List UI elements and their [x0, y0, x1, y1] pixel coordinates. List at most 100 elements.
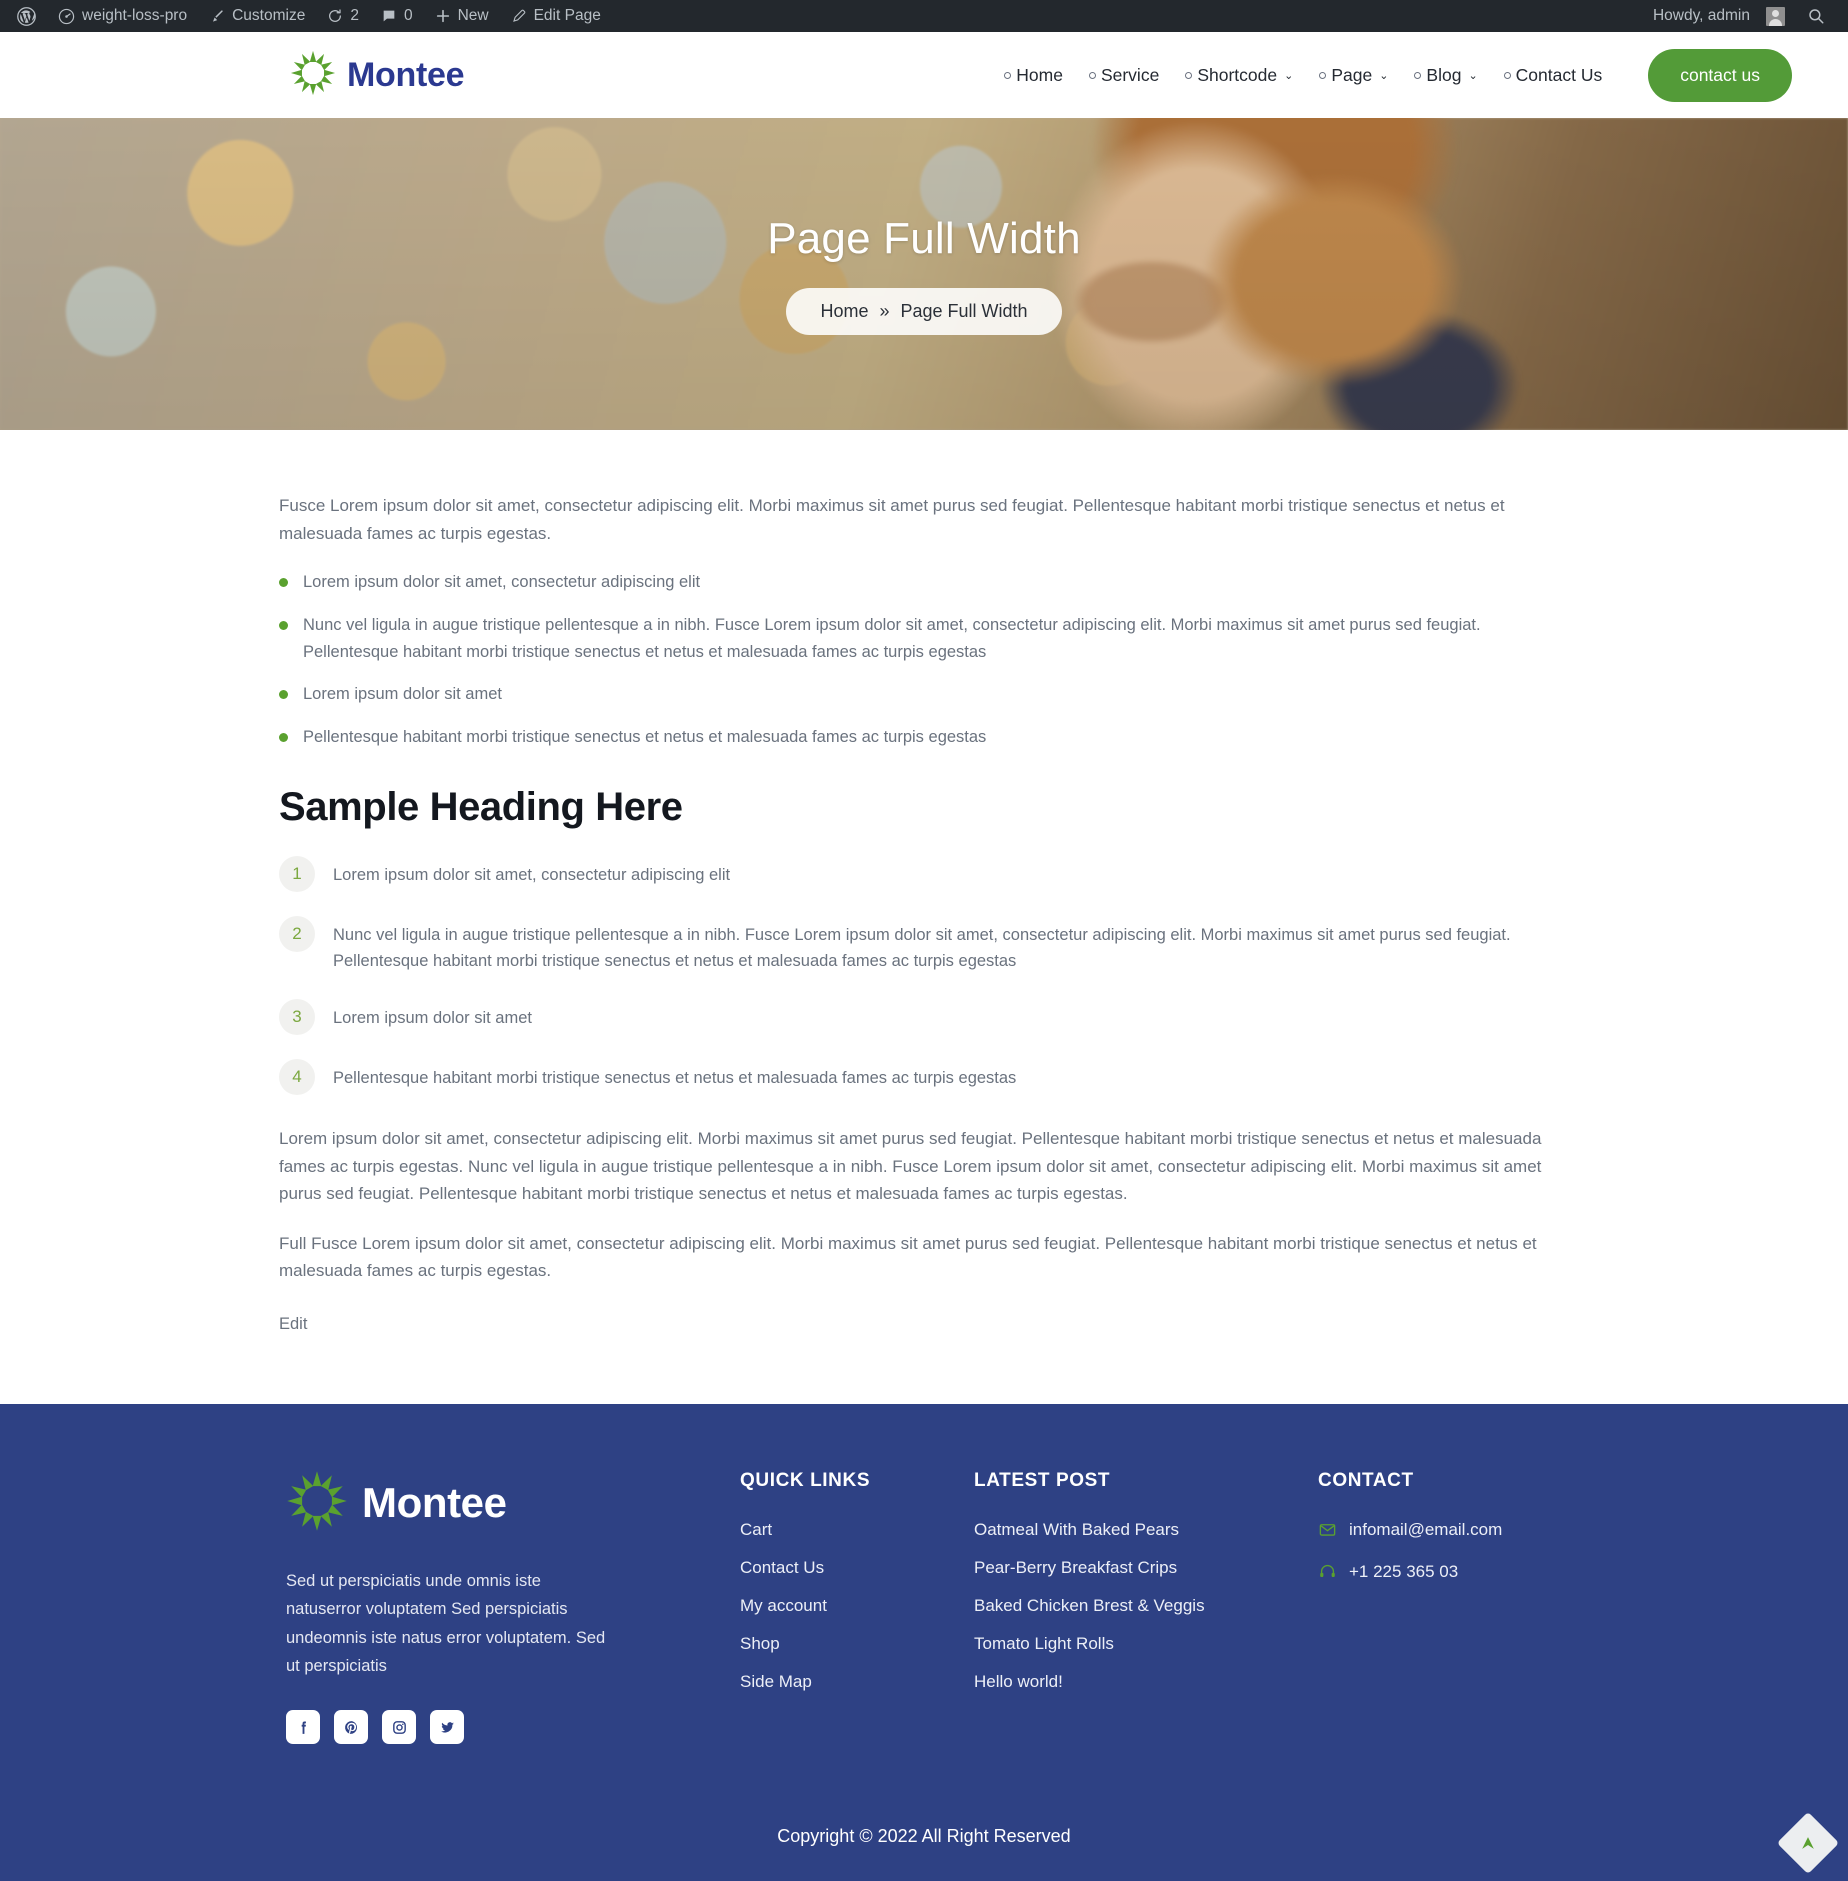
nav-dot-icon — [1503, 71, 1511, 79]
dashboard-icon — [58, 8, 75, 25]
admin-search-button[interactable] — [1796, 0, 1836, 32]
new-content-menu[interactable]: New — [424, 0, 500, 32]
post-link[interactable]: Baked Chicken Brest & Veggis — [974, 1596, 1294, 1616]
instagram-link[interactable] — [382, 1710, 416, 1745]
comments-menu[interactable]: 0 — [370, 0, 424, 32]
breadcrumb: Home » Page Full Width — [786, 287, 1062, 335]
quick-link-side-map[interactable]: Side Map — [740, 1672, 950, 1692]
site-name-menu[interactable]: weight-loss-pro — [47, 0, 198, 32]
comments-count: 0 — [403, 7, 413, 24]
contact-phone-row[interactable]: +1 225 365 03 — [1318, 1562, 1562, 1582]
list-number-badge: 1 — [279, 855, 315, 892]
footer-wrapper: Montee Sed ut perspiciatis unde omnis is… — [0, 1403, 1848, 1881]
nav-dot-icon — [1414, 71, 1422, 79]
nav-item-contact-us[interactable]: Contact Us — [1503, 65, 1602, 86]
site-name-label: weight-loss-pro — [82, 7, 188, 24]
site-logo-link[interactable]: Montee — [290, 50, 465, 101]
body-paragraph-2: Lorem ipsum dolor sit amet, consectetur … — [279, 1129, 1542, 1204]
arrow-up-icon — [1794, 1829, 1822, 1857]
sunburst-logo-icon — [286, 1470, 348, 1537]
wp-logo-menu[interactable] — [6, 0, 47, 32]
post-link[interactable]: Pear-Berry Breakfast Crips — [974, 1558, 1294, 1578]
wordpress-icon — [17, 6, 36, 26]
contact-email: infomail@email.com — [1349, 1519, 1503, 1539]
quick-link-contact-us[interactable]: Contact Us — [740, 1558, 950, 1578]
my-account-menu[interactable]: Howdy, admin — [1642, 0, 1796, 32]
nav-item-home[interactable]: Home — [1004, 65, 1063, 86]
nav-item-shortcode[interactable]: Shortcode ⌄ — [1185, 65, 1293, 86]
list-item: 1 Lorem ipsum dolor sit amet, consectetu… — [279, 855, 1569, 892]
envelope-icon — [1318, 1520, 1337, 1539]
nav-dot-icon — [1319, 71, 1327, 79]
footer-brand-column: Montee Sed ut perspiciatis unde omnis is… — [286, 1470, 716, 1745]
updates-count: 2 — [350, 7, 359, 24]
site-footer: Montee Sed ut perspiciatis unde omnis is… — [0, 1403, 1848, 1881]
nav-item-service[interactable]: Service — [1088, 64, 1160, 86]
quick-link-cart[interactable]: Cart — [740, 1520, 950, 1540]
twitter-link[interactable] — [430, 1710, 464, 1745]
nav-item-page[interactable]: Page ⌄ — [1319, 65, 1388, 86]
search-icon — [1807, 7, 1825, 25]
customize-menu[interactable]: Customize — [198, 0, 316, 32]
body-paragraph-3: Full Fusce Lorem ipsum dolor sit amet, c… — [279, 1233, 1537, 1281]
quick-links-title: QUICK LINKS — [740, 1469, 871, 1491]
social-links — [286, 1710, 716, 1745]
paintbrush-icon — [209, 8, 225, 24]
chevron-down-icon: ⌄ — [1379, 69, 1389, 82]
intro-paragraph: Fusce Lorem ipsum dolor sit amet, consec… — [279, 496, 1505, 543]
post-link[interactable]: Tomato Light Rolls — [974, 1634, 1294, 1654]
chevron-down-icon: ⌄ — [1468, 69, 1478, 82]
headset-icon — [1318, 1562, 1337, 1581]
contact-us-button[interactable]: contact us — [1648, 48, 1792, 102]
customize-label: Customize — [232, 7, 306, 24]
nav-label: Service — [1100, 64, 1160, 85]
breadcrumb-current: Page Full Width — [900, 300, 1028, 321]
pinterest-link[interactable] — [334, 1710, 368, 1745]
edit-page-menu[interactable]: Edit Page — [500, 0, 612, 32]
quick-link-my-account[interactable]: My account — [740, 1596, 950, 1616]
list-item: Lorem ipsum dolor sit amet — [279, 681, 1569, 708]
contact-email-row[interactable]: infomail@email.com — [1318, 1520, 1562, 1540]
latest-post-list: Oatmeal With Baked Pears Pear-Berry Brea… — [974, 1520, 1294, 1692]
facebook-link[interactable] — [286, 1710, 320, 1745]
howdy-label: Howdy, admin — [1652, 7, 1750, 24]
updates-menu[interactable]: 2 — [316, 0, 370, 32]
contact-phone: +1 225 365 03 — [1349, 1561, 1459, 1581]
new-label: New — [457, 7, 489, 24]
breadcrumb-home-link[interactable]: Home — [820, 301, 868, 322]
post-link[interactable]: Oatmeal With Baked Pears — [974, 1520, 1294, 1540]
list-number-badge: 2 — [279, 915, 315, 952]
facebook-icon — [295, 1719, 312, 1736]
numbered-list: 1 Lorem ipsum dolor sit amet, consectetu… — [279, 855, 1569, 1096]
footer-logo[interactable]: Montee — [286, 1470, 716, 1537]
list-item-text: Lorem ipsum dolor sit amet, consectetur … — [333, 865, 731, 884]
admin-bar-right-group: Howdy, admin — [1642, 0, 1836, 32]
latest-post-title: LATEST POST — [974, 1469, 1111, 1491]
instagram-icon — [391, 1719, 408, 1736]
list-item-text: Lorem ipsum dolor sit amet — [333, 1009, 532, 1028]
footer-latest-post-column: LATEST POST Oatmeal With Baked Pears Pea… — [974, 1470, 1294, 1745]
list-item-text: Nunc vel ligula in augue tristique pelle… — [333, 925, 1511, 971]
list-number-badge: 4 — [279, 1059, 315, 1096]
hero-banner: Page Full Width Home » Page Full Width — [0, 118, 1848, 430]
nav-dot-icon — [1004, 71, 1012, 79]
update-icon — [327, 8, 343, 24]
list-item: Pellentesque habitant morbi tristique se… — [279, 724, 1569, 751]
chevron-down-icon: ⌄ — [1284, 69, 1294, 82]
quick-link-shop[interactable]: Shop — [740, 1634, 950, 1654]
nav-label: Shortcode — [1197, 64, 1278, 85]
footer-brand-name: Montee — [362, 1479, 507, 1527]
edit-link[interactable]: Edit — [279, 1315, 307, 1334]
footer-contact-column: CONTACT infomail@email.com +1 225 365 03 — [1318, 1470, 1562, 1745]
list-item: Lorem ipsum dolor sit amet, consectetur … — [279, 569, 1569, 596]
page-title: Page Full Width — [767, 213, 1081, 263]
plus-icon — [435, 8, 451, 24]
footer-columns: Montee Sed ut perspiciatis unde omnis is… — [274, 1470, 1574, 1745]
site-header: Montee Home Service Shortcode ⌄ Page ⌄ B… — [0, 32, 1848, 118]
hero-overlay — [0, 118, 1848, 430]
list-item-text: Pellentesque habitant morbi tristique se… — [333, 1069, 1017, 1088]
post-link[interactable]: Hello world! — [974, 1672, 1294, 1692]
nav-label: Blog — [1426, 64, 1462, 85]
edit-page-label: Edit Page — [533, 7, 601, 24]
nav-item-blog[interactable]: Blog ⌄ — [1414, 64, 1478, 86]
